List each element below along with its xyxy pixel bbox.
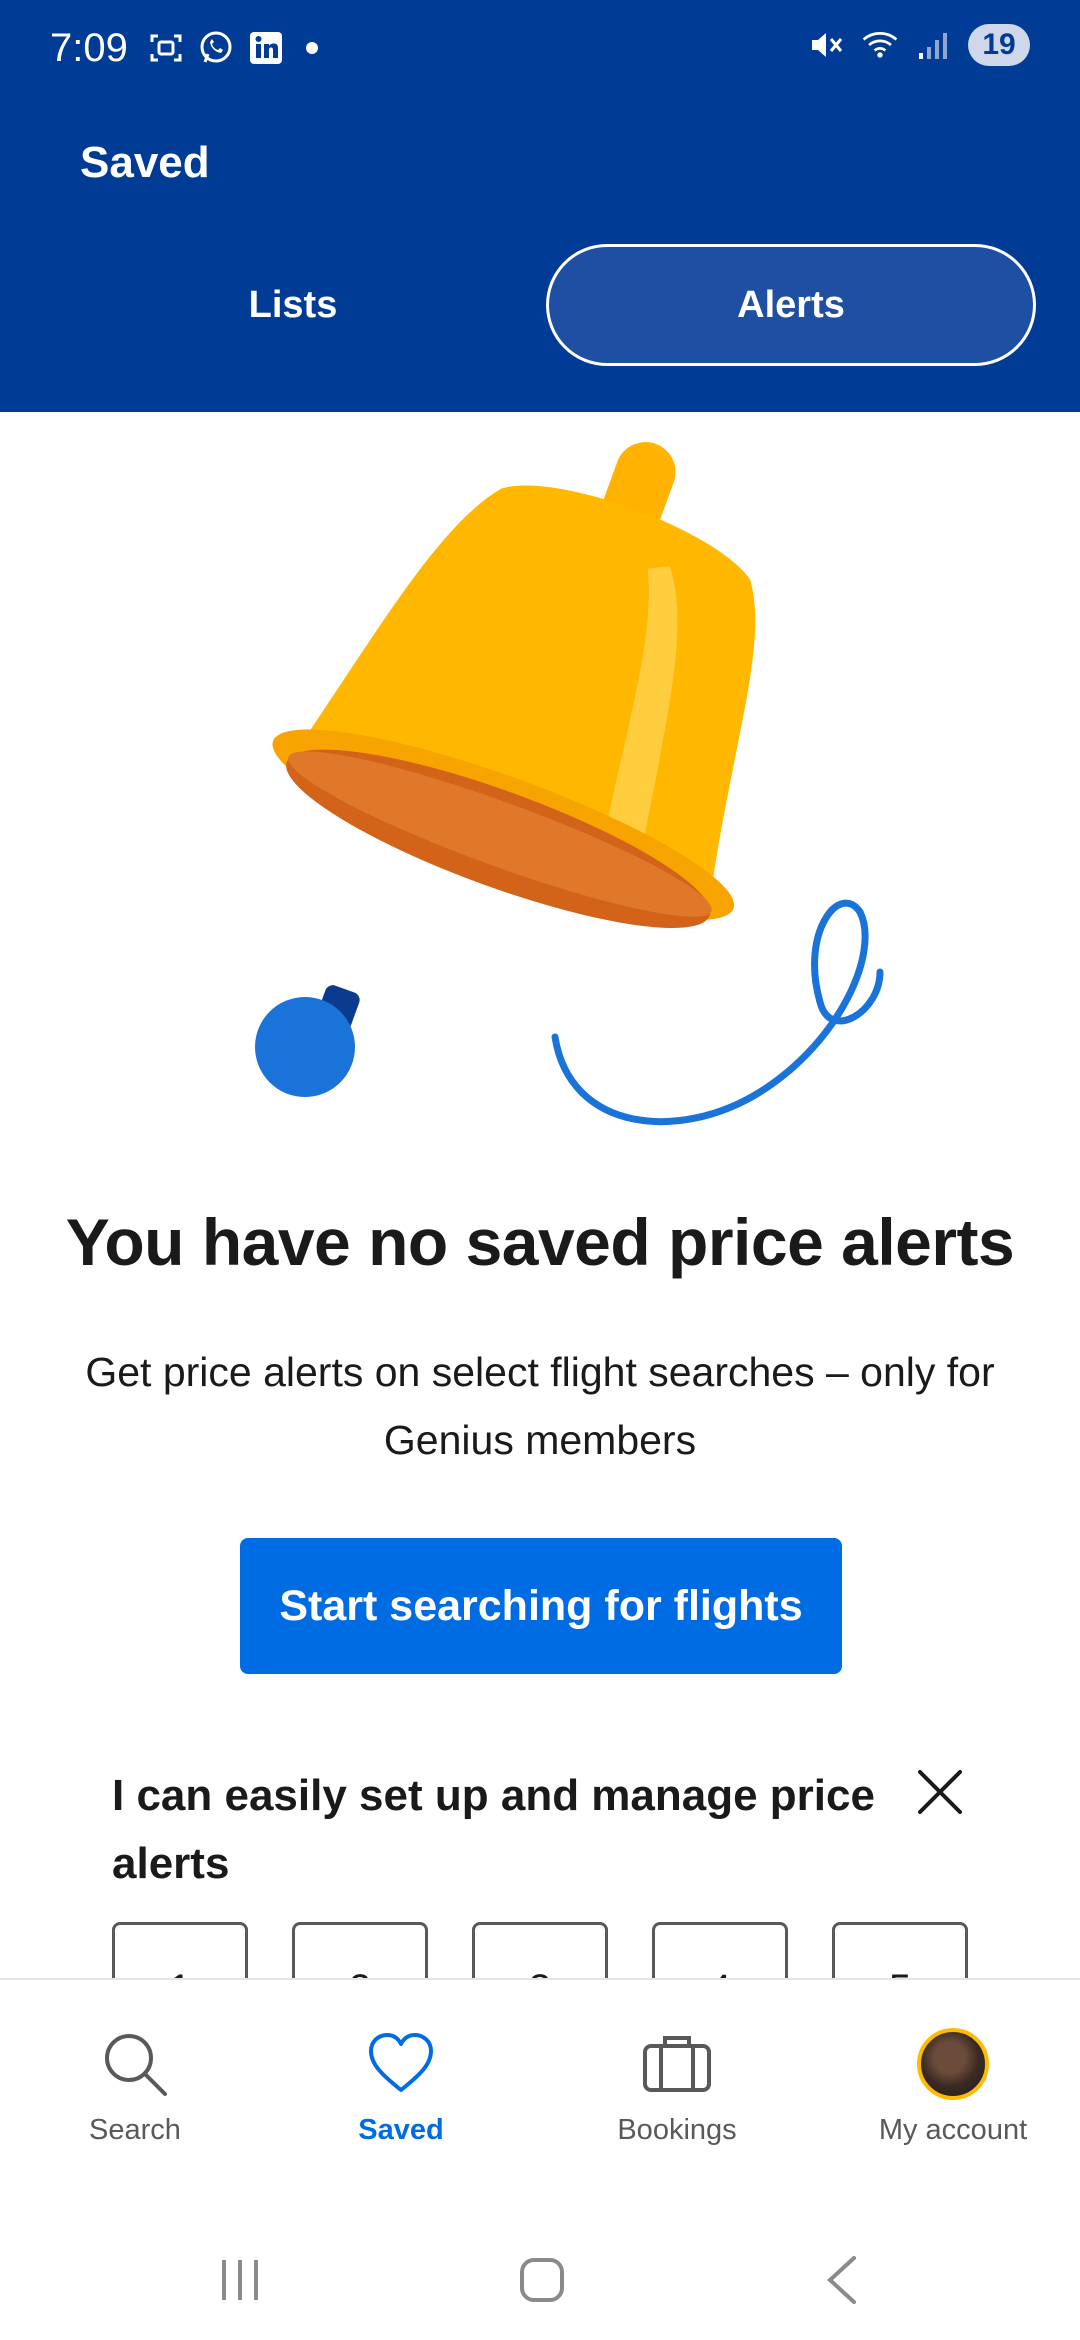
nav-search-label: Search — [89, 2114, 181, 2146]
app-screen: 7:09 19 Saved Lists Alerts You have no s… — [0, 0, 1080, 2340]
nav-saved[interactable]: Saved — [266, 1980, 536, 2212]
heart-icon — [363, 2026, 439, 2102]
status-left-icons — [146, 28, 318, 68]
survey-question: I can easily set up and manage price ale… — [112, 1771, 875, 1888]
briefcase-icon — [639, 2026, 715, 2102]
empty-state-description: Get price alerts on select flight search… — [85, 1349, 995, 1463]
start-searching-button[interactable]: Start searching for flights — [240, 1538, 842, 1674]
status-right-icons: 19 — [806, 24, 1030, 66]
status-time: 7:09 — [50, 26, 128, 70]
nav-my-account[interactable]: My account — [818, 1980, 1080, 2212]
screenshot-icon — [146, 28, 186, 68]
signal-icon — [914, 25, 954, 65]
close-icon[interactable] — [912, 1764, 968, 1820]
nav-bookings-label: Bookings — [617, 2114, 737, 2146]
bell-icon — [255, 442, 884, 1126]
system-nav-bar — [0, 2210, 1080, 2340]
avatar — [917, 2028, 989, 2100]
status-bar: 7:09 19 — [0, 0, 1080, 102]
search-icon — [97, 2026, 173, 2102]
tab-alerts-label: Alerts — [737, 283, 845, 326]
nav-my-account-label: My account — [878, 2114, 1028, 2146]
tab-lists[interactable]: Lists — [48, 244, 538, 366]
nav-bookings[interactable]: Bookings — [542, 1980, 812, 2212]
notification-dot — [306, 42, 318, 54]
nav-saved-label: Saved — [358, 2114, 444, 2146]
nav-search[interactable]: Search — [0, 1980, 270, 2212]
whatsapp-icon — [196, 28, 236, 68]
header: 7:09 19 Saved Lists Alerts — [0, 0, 1080, 412]
home-icon[interactable] — [512, 2250, 572, 2310]
tab-alerts[interactable]: Alerts — [546, 244, 1036, 366]
page-title: Saved — [80, 138, 210, 187]
linkedin-icon — [246, 28, 286, 68]
avatar-icon — [915, 2026, 991, 2102]
bottom-nav: Search Saved Bookings My account — [0, 1978, 1080, 2210]
tab-lists-label: Lists — [248, 283, 338, 326]
wifi-icon — [860, 25, 900, 65]
bell-illustration — [160, 412, 920, 1152]
mute-icon — [806, 25, 846, 65]
recent-apps-icon[interactable] — [210, 2250, 270, 2310]
back-icon[interactable] — [814, 2250, 874, 2310]
start-searching-label: Start searching for flights — [279, 1581, 803, 1630]
empty-state-title: You have no saved price alerts — [65, 1205, 1015, 1279]
battery-indicator: 19 — [968, 24, 1030, 66]
